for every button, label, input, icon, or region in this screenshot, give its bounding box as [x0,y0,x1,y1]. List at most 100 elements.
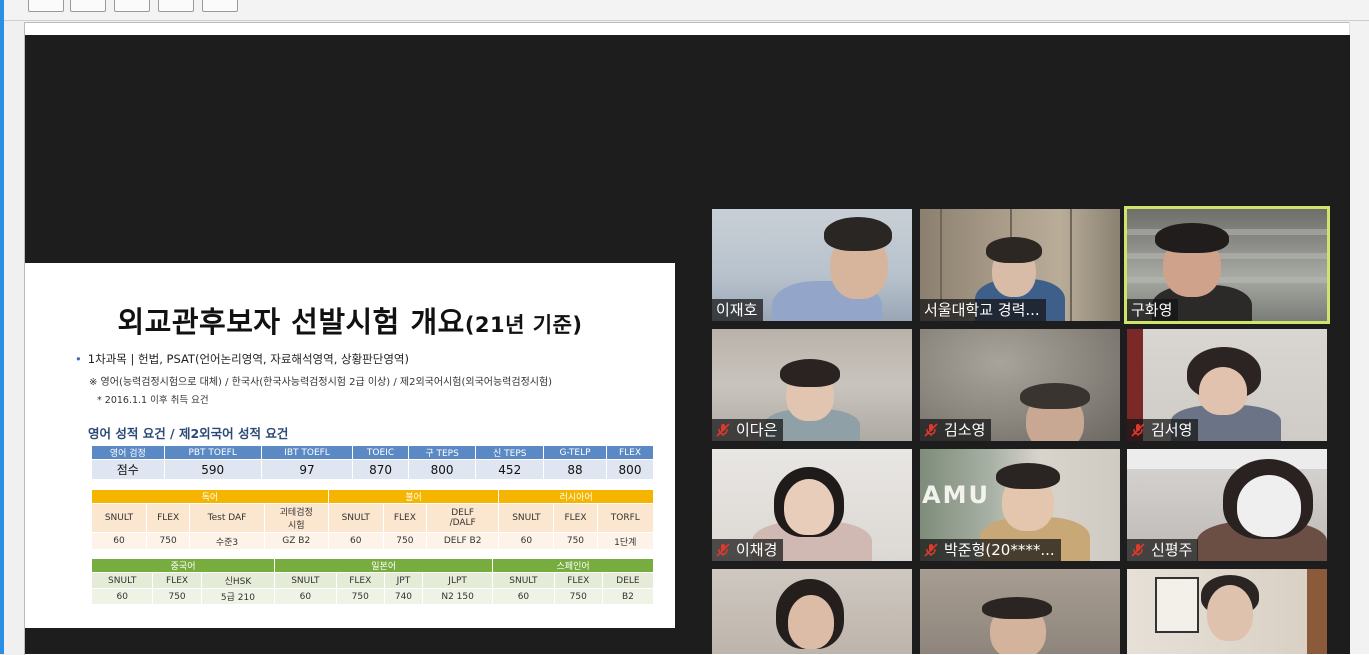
participant-name: 이다은 [712,419,784,441]
language-table-1: 독어 불어 러시아어 SNULT FLEX Test DAF 괴테검정 시험 SNULT FL… [91,489,655,550]
exam-score-cell: 750 [553,588,603,605]
exam-name-cell: TORFL [596,503,655,533]
muted-mic-icon [716,543,730,557]
table-header-cell: 구 TEPS [407,445,477,460]
video-tile-5[interactable]: 김소영 [920,329,1120,441]
print-button[interactable] [114,0,150,12]
table-cell: 800 [606,459,654,480]
slide-title: 외교관후보자 선발시험 개요(21년 기준) [25,299,675,341]
participant-name: 신평주 [1127,539,1199,561]
video-tile-4[interactable]: 이다은 [712,329,912,441]
table-header-cell: 신 TEPS [475,445,545,460]
exam-name-cell: SNULT [91,503,147,533]
exam-name-cell: JLPT [421,572,494,589]
exam-score-cell: 750 [335,588,385,605]
language-group-header: 불어 [327,489,500,504]
table-header-cell: PBT TOEFL [163,445,262,460]
exam-name-cell: DELF /DALF [425,503,500,533]
exam-score-cell: 60 [327,532,384,550]
video-tile-10[interactable] [712,569,912,654]
background-sign: AMU [922,481,990,509]
table-cell: 97 [260,459,354,480]
exam-score-cell: N2 150 [421,588,494,605]
muted-mic-icon [1131,543,1145,557]
slide-bullet-1-text: 1차과목 | 헌법, PSAT(언어논리영역, 자료해석영역, 상황판단영역) [87,352,409,366]
language-group-header: 중국어 [90,558,276,573]
video-tile-6[interactable]: 김서영 [1127,329,1327,441]
exam-score-cell: 740 [383,588,424,605]
exam-score-cell: 750 [553,532,598,550]
exam-name-cell: FLEX [335,572,385,589]
participant-name: 박준형(20****... [920,539,1061,561]
exam-name-cell: FLEX [553,572,603,589]
slide-bullet-2: ※ 영어(능력검정시험으로 대체) / 한국사(한국사능력검정시험 2급 이상)… [89,377,553,388]
table-cell: 점수 [91,459,165,480]
table-header-cell: TOEIC [352,445,409,460]
exam-name-cell: SNULT [274,572,337,589]
table-cell: 88 [543,459,607,480]
exam-score-cell: 60 [90,588,154,605]
toolbar-button-4[interactable] [158,0,194,12]
video-tile-1[interactable]: 이재호 [712,209,912,321]
muted-mic-icon [716,423,730,437]
exam-name-cell: JPT [383,572,424,589]
exam-name-cell: 신HSK [200,572,276,589]
exam-score-cell: 750 [382,532,427,550]
toolbar-button-5[interactable] [202,0,238,12]
exam-name-cell: FLEX [553,503,598,533]
table-cell: 870 [352,459,409,480]
participant-name: 구화영 [1127,299,1179,321]
participant-name: 이재호 [712,299,764,321]
language-group-header: 러시아어 [498,489,654,504]
toolbar-button-1[interactable] [28,0,64,12]
exam-score-cell: DELF B2 [425,532,500,550]
participant-name: 김서영 [1127,419,1199,441]
slide-bullet-3: * 2016.1.1 이후 취득 요건 [97,395,209,406]
participant-name: 서울대학교 경력... [920,299,1046,321]
video-tile-3-active[interactable]: 구화영 [1124,206,1330,324]
language-group-header: 독어 [91,489,329,504]
table-cell: 800 [407,459,477,480]
table-header-cell: FLEX [606,445,654,460]
exam-name-cell: DELE [601,572,655,589]
exam-name-cell: FLEX [145,503,191,533]
table-cell: 452 [475,459,545,480]
video-tile-7[interactable]: 이채경 [712,449,912,561]
video-tile-12[interactable] [1127,569,1327,654]
toolbar-button-2[interactable] [70,0,106,12]
exam-score-cell: 60 [91,532,147,550]
video-tile-8[interactable]: AMU 박준형(20****... [920,449,1120,561]
exam-name-cell: FLEX [152,572,202,589]
exam-name-cell: SNULT [498,503,555,533]
exam-name-cell: SNULT [327,503,384,533]
exam-name-cell: 괴테검정 시험 [263,503,329,533]
muted-mic-icon [1131,423,1145,437]
participant-name: 이채경 [712,539,784,561]
exam-name-cell: SNULT [90,572,154,589]
exam-score-cell: 750 [145,532,191,550]
video-tile-2[interactable]: 서울대학교 경력... [920,209,1120,321]
shared-slide: 외교관후보자 선발시험 개요(21년 기준) • 1차과목 | 헌법, PSAT(… [25,263,675,628]
table-cell: 590 [163,459,262,480]
english-score-table: 영어 검정 PBT TOEFL IBT TOEFL TOEIC 구 TEPS 신 TEPS… [91,445,654,480]
video-tile-11[interactable] [920,569,1120,654]
exam-score-cell: B2 [601,588,655,605]
window-edge [0,0,4,654]
language-group-header: 스페인어 [492,558,654,573]
exam-score-cell: 60 [492,588,555,605]
video-tile-9[interactable]: 신평주 [1127,449,1327,561]
slide-bullet-1: • 1차과목 | 헌법, PSAT(언어논리영역, 자료해석영역, 상황판단영역) [75,352,409,366]
muted-mic-icon [924,423,938,437]
exam-score-cell: 60 [274,588,337,605]
vertical-scrollbar[interactable] [1349,22,1369,654]
exam-score-cell: 750 [152,588,202,605]
exam-score-cell: 60 [498,532,555,550]
exam-score-cell: 수준3 [189,532,265,550]
slide-title-main: 외교관후보자 선발시험 개요 [117,305,465,339]
muted-mic-icon [924,543,938,557]
exam-score-cell: 1단계 [596,532,655,550]
table-header-cell: G-TELP [543,445,607,460]
exam-name-cell: Test DAF [189,503,265,533]
exam-name-cell: SNULT [492,572,555,589]
table-header-cell: 영어 검정 [91,445,165,460]
